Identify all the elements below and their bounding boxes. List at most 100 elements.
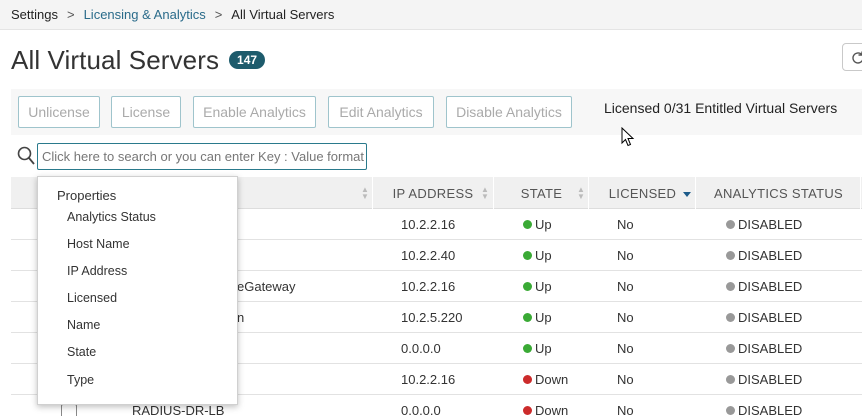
license-button[interactable]: License: [111, 96, 181, 128]
refresh-button[interactable]: [842, 43, 862, 71]
column-label-licensed: LICENSED: [608, 185, 677, 201]
analytics-label: DISABLED: [738, 279, 803, 294]
search-icon: [17, 146, 35, 165]
analytics-label: DISABLED: [738, 248, 803, 263]
status-disabled-icon: [726, 406, 735, 415]
state-label: Up: [535, 341, 552, 356]
analytics-label: DISABLED: [738, 403, 803, 416]
status-disabled-icon: [726, 282, 735, 291]
status-down-icon: [523, 375, 532, 384]
analytics-label: DISABLED: [738, 310, 803, 325]
cell-state: Up: [523, 271, 552, 302]
sort-icon: ▲ ▼: [361, 185, 370, 201]
cell-ip-address: 10.2.2.16: [401, 217, 456, 232]
cell-analytics-status: DISABLED: [726, 209, 802, 240]
cell-licensed: No: [617, 403, 634, 416]
cell-analytics-status: DISABLED: [726, 302, 802, 333]
sort-icon: ▲ ▼: [577, 185, 586, 201]
property-option-analytics-status[interactable]: Analytics Status: [67, 210, 156, 224]
cell-licensed: No: [617, 341, 634, 356]
breadcrumb-separator: >: [214, 7, 223, 22]
cell-analytics-status: DISABLED: [726, 240, 802, 271]
cell-name: n: [237, 310, 245, 325]
status-disabled-icon: [726, 313, 735, 322]
cell-state: Down: [523, 395, 568, 416]
page-title: All Virtual Servers: [11, 44, 220, 75]
sort-icon: ▲ ▼: [481, 185, 490, 201]
cell-state: Up: [523, 209, 552, 240]
breadcrumb: Settings > Licensing & Analytics > All V…: [0, 0, 862, 30]
status-disabled-icon: [726, 344, 735, 353]
state-label: Up: [535, 279, 552, 294]
cell-name: eGateway: [237, 279, 296, 294]
property-option-type[interactable]: Type: [67, 373, 94, 387]
toolbar: Unlicense License Enable Analytics Edit …: [11, 89, 862, 135]
column-label-state: STATE: [520, 185, 563, 201]
row-checkbox[interactable]: [61, 404, 77, 416]
breadcrumb-separator: >: [66, 7, 75, 22]
cell-ip-address: 10.2.5.220: [401, 310, 463, 325]
breadcrumb-licensing-analytics[interactable]: Licensing & Analytics: [84, 7, 206, 22]
state-label: Up: [535, 310, 552, 325]
cell-ip-address: 0.0.0.0: [401, 403, 441, 416]
dropdown-header: Properties: [57, 188, 117, 203]
cell-ip-address: 10.2.2.16: [401, 372, 456, 387]
property-option-licensed[interactable]: Licensed: [67, 291, 117, 305]
disable-analytics-button[interactable]: Disable Analytics: [446, 96, 572, 128]
cell-ip-address: 10.2.2.40: [401, 248, 456, 263]
cell-analytics-status: DISABLED: [726, 395, 802, 416]
breadcrumb-settings[interactable]: Settings: [11, 7, 58, 22]
licensed-summary: Licensed 0/31 Entitled Virtual Servers: [604, 100, 838, 116]
status-up-icon: [523, 344, 532, 353]
cell-analytics-status: DISABLED: [726, 364, 802, 395]
property-option-ip-address[interactable]: IP Address: [67, 264, 127, 278]
state-label: Down: [535, 372, 569, 387]
property-option-host-name[interactable]: Host Name: [67, 237, 130, 251]
column-header-state[interactable]: STATE ▲ ▼: [495, 177, 589, 209]
property-option-state[interactable]: State: [67, 345, 96, 359]
cell-licensed: No: [617, 248, 634, 263]
status-up-icon: [523, 313, 532, 322]
breadcrumb-current: All Virtual Servers: [231, 7, 335, 22]
cell-analytics-status: DISABLED: [726, 271, 802, 302]
cell-state: Up: [523, 302, 552, 333]
analytics-label: DISABLED: [738, 217, 803, 232]
cell-state: Down: [523, 364, 568, 395]
state-label: Down: [535, 403, 569, 416]
cell-licensed: No: [617, 372, 634, 387]
properties-dropdown: Properties Analytics Status Host Name IP…: [37, 176, 238, 405]
sort-descending-icon: [683, 192, 691, 197]
state-label: Up: [535, 248, 552, 263]
refresh-icon: [852, 51, 862, 64]
column-header-ip-address[interactable]: IP ADDRESS ▲ ▼: [373, 177, 494, 209]
enable-analytics-button[interactable]: Enable Analytics: [193, 96, 316, 128]
cell-state: Up: [523, 240, 552, 271]
property-option-name[interactable]: Name: [67, 318, 100, 332]
column-label-analytics-status: ANALYTICS STATUS: [713, 185, 844, 201]
cell-licensed: No: [617, 279, 634, 294]
search-input[interactable]: [37, 143, 367, 170]
analytics-label: DISABLED: [738, 372, 803, 387]
cell-analytics-status: DISABLED: [726, 333, 802, 364]
status-up-icon: [523, 251, 532, 260]
mouse-cursor-icon: [621, 127, 635, 147]
status-down-icon: [523, 406, 532, 415]
cell-ip-address: 0.0.0.0: [401, 341, 441, 356]
unlicense-button[interactable]: Unlicense: [18, 96, 100, 128]
count-badge: 147: [229, 51, 266, 69]
column-header-licensed[interactable]: LICENSED: [590, 177, 696, 209]
status-up-icon: [523, 282, 532, 291]
status-disabled-icon: [726, 251, 735, 260]
cell-licensed: No: [617, 217, 634, 232]
cell-ip-address: 10.2.2.16: [401, 279, 456, 294]
analytics-label: DISABLED: [738, 341, 803, 356]
status-up-icon: [523, 220, 532, 229]
column-label-ip-address: IP ADDRESS: [392, 185, 474, 201]
edit-analytics-button[interactable]: Edit Analytics: [328, 96, 434, 128]
column-header-analytics-status[interactable]: ANALYTICS STATUS: [697, 177, 861, 209]
state-label: Up: [535, 217, 552, 232]
cell-licensed: No: [617, 310, 634, 325]
cell-state: Up: [523, 333, 552, 364]
status-disabled-icon: [726, 375, 735, 384]
status-disabled-icon: [726, 220, 735, 229]
